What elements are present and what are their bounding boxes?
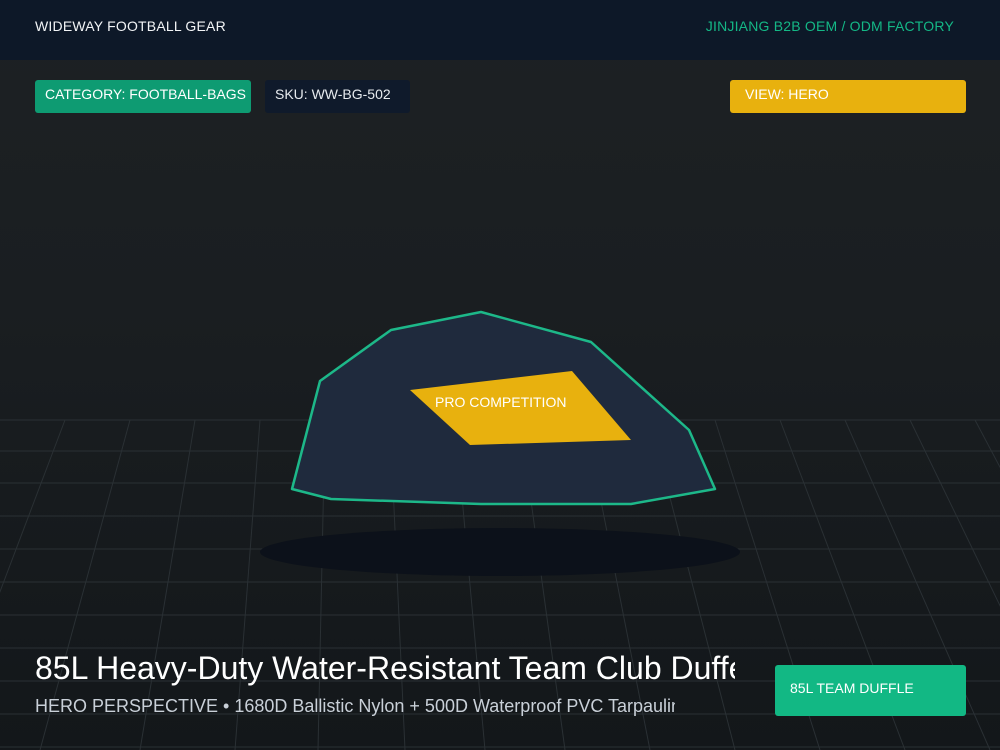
product-3d-viewport[interactable] [0, 0, 1000, 750]
product-title: 85L Heavy-Duty Water-Resistant Team Club… [35, 650, 735, 686]
bag-shadow [260, 528, 740, 576]
model-badge[interactable]: 85L TEAM DUFFLE [775, 665, 966, 716]
product-subtitle: HERO PERSPECTIVE • 1680D Ballistic Nylon… [35, 696, 675, 716]
panel-label: PRO COMPETITION [435, 394, 567, 410]
